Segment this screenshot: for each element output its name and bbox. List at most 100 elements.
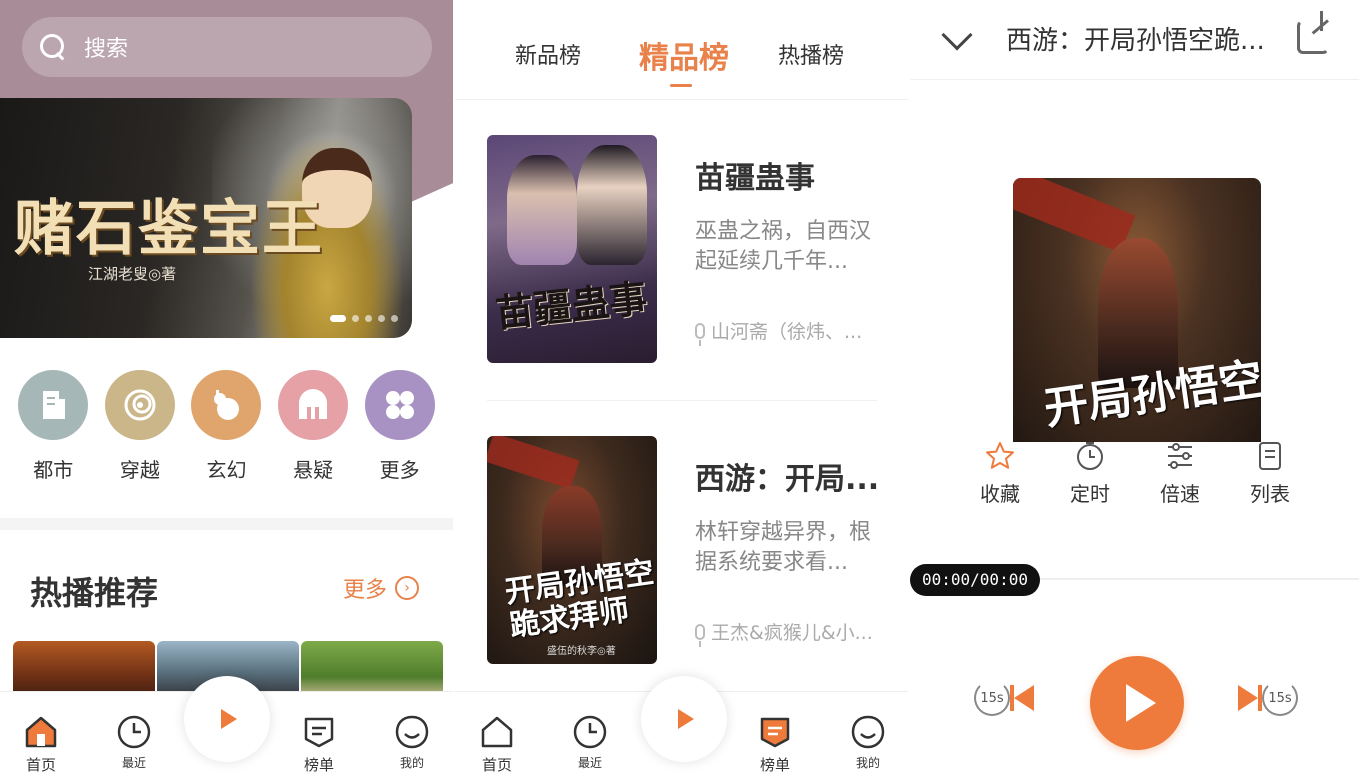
tab-new[interactable]: 新品榜: [515, 38, 581, 70]
search-bar[interactable]: 搜索: [22, 17, 432, 77]
nav-play-button[interactable]: [184, 676, 270, 762]
nav-label: 首页: [25, 756, 56, 774]
home-icon: [481, 716, 513, 748]
nav-label: 我的: [399, 756, 424, 770]
cover-character: [507, 155, 577, 265]
nav-label: 首页: [481, 756, 512, 774]
bottom-nav: 首页 最近 榜单 我的: [455, 676, 908, 779]
nav-recent[interactable]: 最近: [560, 714, 620, 771]
banner-carousel[interactable]: 赌石鉴宝王 江湖老叟◎著: [0, 98, 412, 338]
book-author: 王杰&疯猴儿&小...: [711, 622, 873, 644]
category-dushi[interactable]: 都市: [13, 370, 93, 483]
nav-label: 榜单: [303, 756, 334, 774]
player-screen: 西游：开局孙悟空跪... 开局孙悟空 收藏 定时 倍速 列表 00:00/00:…: [910, 0, 1359, 779]
book-cover: 开局孙悟空跪求拜师 盛伍的秋李◎著: [487, 436, 657, 664]
section-divider: [0, 518, 453, 530]
play-icon: [1126, 684, 1156, 722]
book-description: 巫蛊之祸，自西汉起延续几千年...: [695, 219, 872, 274]
book-author-row: 王杰&疯猴儿&小...: [695, 618, 873, 647]
playlist-button[interactable]: 列表: [1235, 440, 1305, 507]
category-gengduo[interactable]: 更多: [360, 370, 440, 483]
nav-label: 榜单: [759, 756, 790, 774]
carousel-dot[interactable]: [391, 315, 398, 322]
carousel-dot[interactable]: [365, 315, 372, 322]
action-label: 定时: [1070, 482, 1110, 506]
play-icon: [678, 709, 694, 729]
category-label: 玄幻: [206, 458, 247, 482]
player-title: 西游：开局孙悟空跪...: [1006, 26, 1265, 56]
nav-play-button[interactable]: [641, 676, 727, 762]
nav-recent[interactable]: 最近: [104, 714, 164, 771]
nav-mine[interactable]: 我的: [382, 714, 442, 771]
category-xuanyi[interactable]: 悬疑: [273, 370, 353, 483]
fast-forward-icon: 15s: [1262, 680, 1298, 716]
helmet-icon: [278, 370, 349, 440]
profile-icon: [851, 715, 885, 749]
home-icon: [25, 716, 57, 748]
rank-icon: [760, 717, 790, 748]
category-label: 更多: [379, 458, 420, 482]
tab-active-indicator: [670, 84, 692, 87]
gourd-icon: [191, 370, 262, 440]
nav-mine[interactable]: 我的: [838, 714, 898, 771]
carousel-dot[interactable]: [330, 315, 346, 322]
play-icon: [221, 709, 237, 729]
nav-rank[interactable]: 榜单: [289, 714, 349, 775]
nav-home[interactable]: 首页: [467, 714, 527, 775]
nav-label: 最近: [577, 756, 602, 770]
action-label: 收藏: [980, 482, 1020, 506]
skip-back-button[interactable]: 15s: [974, 680, 1034, 716]
book-item[interactable]: 开局孙悟空跪求拜师 盛伍的秋李◎著 西游：开局... 林轩穿越异界，根据系统要求…: [455, 436, 908, 666]
category-label: 都市: [33, 458, 74, 482]
carousel-dot[interactable]: [378, 315, 385, 322]
rank-screen: 新品榜 精品榜 热播榜 苗疆蛊事 苗疆蛊事 巫蛊之祸，自西汉起延续几千年... …: [455, 0, 908, 779]
action-label: 列表: [1250, 482, 1290, 506]
more-button[interactable]: 更多 ›: [343, 572, 420, 604]
speed-button[interactable]: 倍速: [1145, 440, 1215, 507]
document-icon: [18, 370, 89, 440]
cover-flag: [1013, 178, 1136, 253]
tab-hot[interactable]: 热播榜: [778, 38, 844, 70]
rewind-icon: 15s: [974, 680, 1010, 716]
nav-rank[interactable]: 榜单: [745, 714, 805, 775]
book-author-row: 山河斋（徐炜、...: [695, 317, 862, 346]
book-description: 林轩穿越异界，根据系统要求看...: [695, 520, 872, 575]
clover-icon: [364, 370, 435, 440]
skip-forward-button[interactable]: 15s: [1238, 680, 1298, 716]
chevron-right-icon: ›: [395, 576, 420, 600]
skip-back-arrow-icon: [1014, 685, 1034, 711]
player-actions: 收藏 定时 倍速 列表: [965, 440, 1305, 507]
time-indicator[interactable]: 00:00/00:00: [910, 564, 1040, 596]
section-title: 热播推荐: [30, 574, 159, 612]
carousel-indicator[interactable]: [330, 315, 398, 322]
star-icon: [986, 442, 1014, 469]
home-screen: 搜索 赌石鉴宝王 江湖老叟◎著 都市 穿越 玄幻 悬疑 更多 热播推荐 更多 ›…: [0, 0, 453, 779]
category-xuanhuan[interactable]: 玄幻: [186, 370, 266, 483]
book-cover: 苗疆蛊事: [487, 135, 657, 363]
category-label: 穿越: [119, 458, 160, 482]
category-chuanyue[interactable]: 穿越: [100, 370, 180, 483]
microphone-icon: [695, 322, 705, 346]
more-label: 更多: [343, 578, 388, 603]
clock-icon: [573, 715, 607, 749]
nav-label: 最近: [121, 756, 146, 770]
cover-flag: [487, 436, 580, 490]
player-header: 西游：开局孙悟空跪...: [910, 0, 1359, 80]
chevron-down-icon[interactable]: [941, 19, 973, 51]
list-divider: [487, 400, 877, 401]
play-button[interactable]: [1090, 656, 1184, 750]
timer-button[interactable]: 定时: [1055, 440, 1125, 507]
cover-title: 开局孙悟空跪求拜师: [502, 554, 657, 645]
cover-character: [577, 145, 647, 265]
category-label: 悬疑: [293, 458, 334, 482]
banner-title: 赌石鉴宝王: [14, 194, 324, 264]
book-item[interactable]: 苗疆蛊事 苗疆蛊事 巫蛊之祸，自西汉起延续几千年... 山河斋（徐炜、...: [455, 135, 908, 365]
favorite-button[interactable]: 收藏: [965, 440, 1035, 507]
share-icon[interactable]: [1297, 11, 1329, 54]
timer-icon: [1077, 442, 1103, 470]
nav-home[interactable]: 首页: [11, 714, 71, 775]
cover-title: 开局孙悟空: [1041, 353, 1261, 436]
tab-premium[interactable]: 精品榜: [639, 33, 729, 77]
carousel-dot[interactable]: [352, 315, 359, 322]
book-title: 苗疆蛊事: [695, 161, 815, 196]
